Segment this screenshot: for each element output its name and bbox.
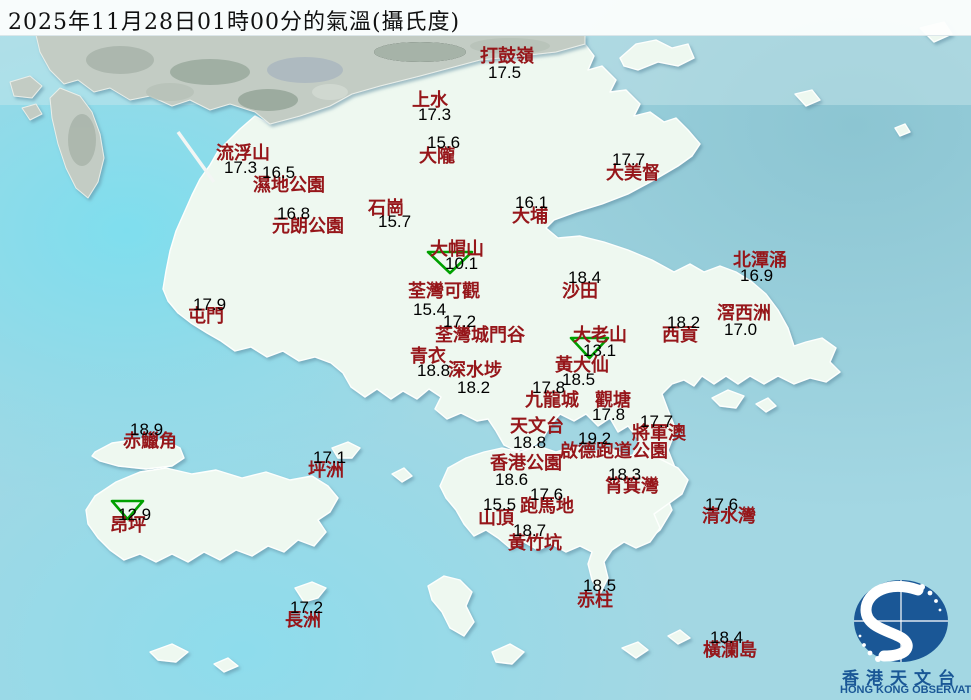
hong-kong-map	[0, 0, 971, 700]
station-temperature-value: 16.8	[277, 204, 311, 223]
hko-temperature-map-screen: 2025年11月28日01時00分的氣溫(攝氏度) 打鼓嶺 17.5 上水 17.3 大…	[0, 0, 971, 700]
station-temperature-value: 15.5	[483, 495, 517, 514]
station-temperature-value: 16.1	[515, 193, 549, 212]
station-temperature-value: 18.9	[130, 420, 164, 439]
station-temperature-value: 17.7	[612, 150, 646, 169]
station-temperature-value: 15.7	[378, 212, 412, 231]
station-name: 深水埗	[448, 360, 502, 380]
station-temperature-value: 18.4	[710, 628, 744, 647]
title-bar: 2025年11月28日01時00分的氣溫(攝氏度)	[0, 0, 971, 36]
map-title: 2025年11月28日01時00分的氣溫(攝氏度)	[8, 10, 461, 35]
station-temperature-value: 17.2	[290, 598, 324, 617]
station-temperature-value: 16.5	[262, 163, 296, 182]
station-temperature-value: 18.2	[457, 378, 491, 397]
station-temperature-value: 17.1	[313, 448, 347, 467]
station-temperature-value: 18.5	[583, 576, 617, 595]
station-name: 荃灣可觀	[408, 281, 480, 301]
hko-logo: 香港天文台 HONG KONG OBSERVATORY	[840, 578, 971, 700]
station-temperature-value: 15.6	[427, 133, 461, 152]
station-temperature-value: 17.3	[224, 158, 258, 177]
station-temperature-value: 19.2	[578, 429, 612, 448]
station-temperature-value: 17.8	[532, 378, 566, 397]
station-temperature-value: 18.7	[513, 521, 547, 540]
station-temperature-value: 17.7	[640, 412, 674, 431]
station-temperature-value: 18.5	[562, 370, 596, 389]
station-temperature-value: 12.9	[118, 505, 152, 524]
station-temperature-value: 18.3	[608, 465, 642, 484]
station-temperature-value: 17.2	[443, 312, 477, 331]
station-temperature-value: 17.6	[705, 495, 739, 514]
hko-logo-name-en: HONG KONG OBSERVATORY	[840, 684, 971, 696]
station-temperature-value: 17.0	[724, 320, 758, 339]
station-temperature-value: 17.6	[530, 485, 564, 504]
station-temperature-value: 18.4	[568, 268, 602, 287]
station-temperature-value: 18.8	[513, 433, 547, 452]
station-temperature-value: 17.3	[418, 105, 452, 124]
station-temperature-value: 17.9	[193, 295, 227, 314]
station-temperature-value: 17.5	[488, 63, 522, 82]
station-temperature-value: 18.6	[495, 470, 529, 489]
station-temperature-value: 16.9	[740, 266, 774, 285]
station-temperature-value: 17.8	[592, 405, 626, 424]
station-temperature-value: 10.1	[445, 254, 479, 273]
station-name: 啟德跑道公園	[560, 441, 668, 461]
station-temperature-value: 18.2	[667, 313, 701, 332]
station-temperature-value: 15.4	[413, 300, 447, 319]
station-temperature-value: 18.8	[417, 361, 451, 380]
